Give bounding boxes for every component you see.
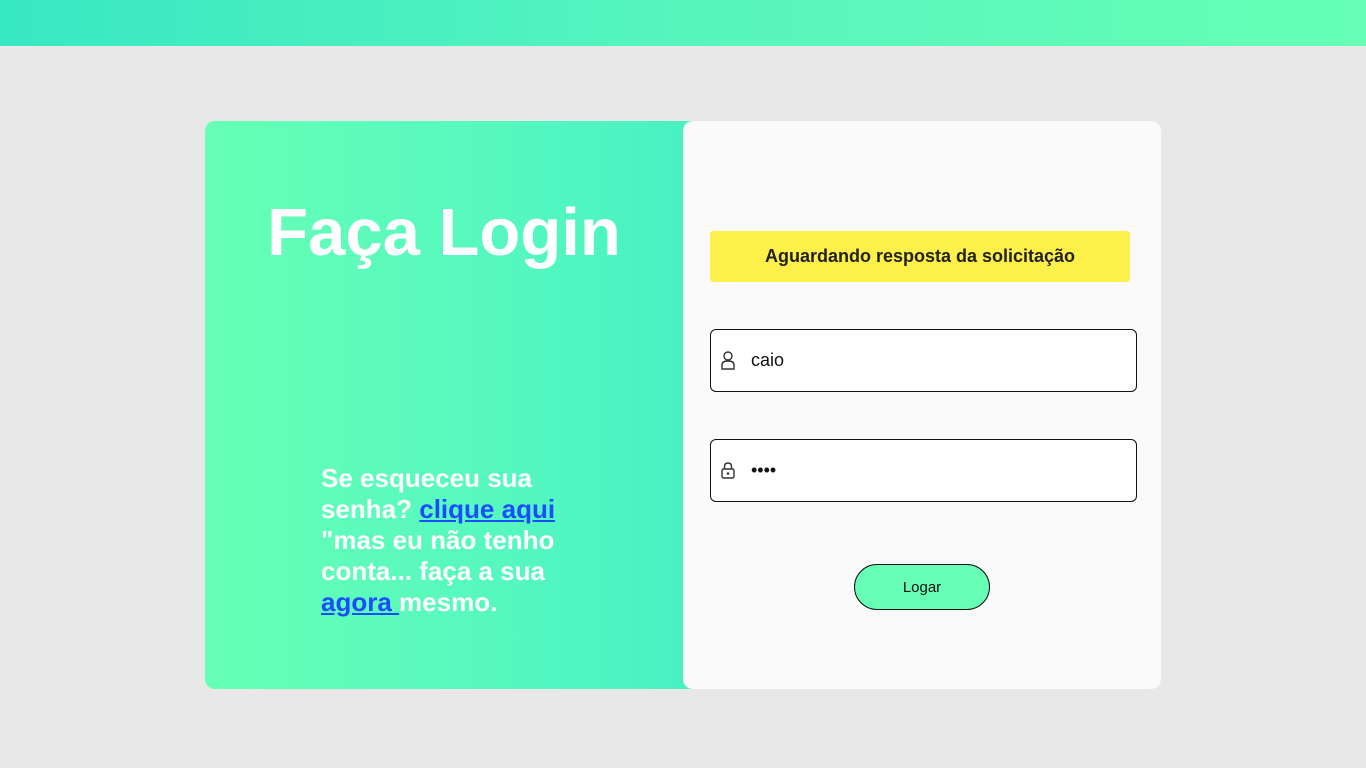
top-bar: [0, 0, 1366, 46]
help-text-line2: "mas eu não tenho conta... faça a sua: [321, 525, 555, 586]
login-info-panel: Faça Login Se esqueceu sua senha? clique…: [205, 121, 693, 689]
lock-icon: [719, 461, 737, 481]
login-button[interactable]: Logar: [854, 564, 990, 610]
username-input[interactable]: [751, 350, 1111, 371]
user-icon: [719, 351, 737, 371]
page-title: Faça Login: [267, 195, 621, 270]
create-account-link[interactable]: agora: [321, 587, 399, 617]
login-form-panel: Aguardando resposta da solicitação Logar: [683, 121, 1161, 689]
forgot-password-link[interactable]: clique aqui: [419, 494, 555, 524]
status-banner: Aguardando resposta da solicitação: [710, 231, 1130, 282]
help-text-line3: mesmo.: [399, 587, 498, 617]
login-card: Faça Login Se esqueceu sua senha? clique…: [205, 121, 1161, 689]
username-field[interactable]: [710, 329, 1137, 392]
password-input[interactable]: [751, 460, 1111, 481]
password-field[interactable]: [710, 439, 1137, 502]
help-text: Se esqueceu sua senha? clique aqui "mas …: [321, 463, 581, 618]
